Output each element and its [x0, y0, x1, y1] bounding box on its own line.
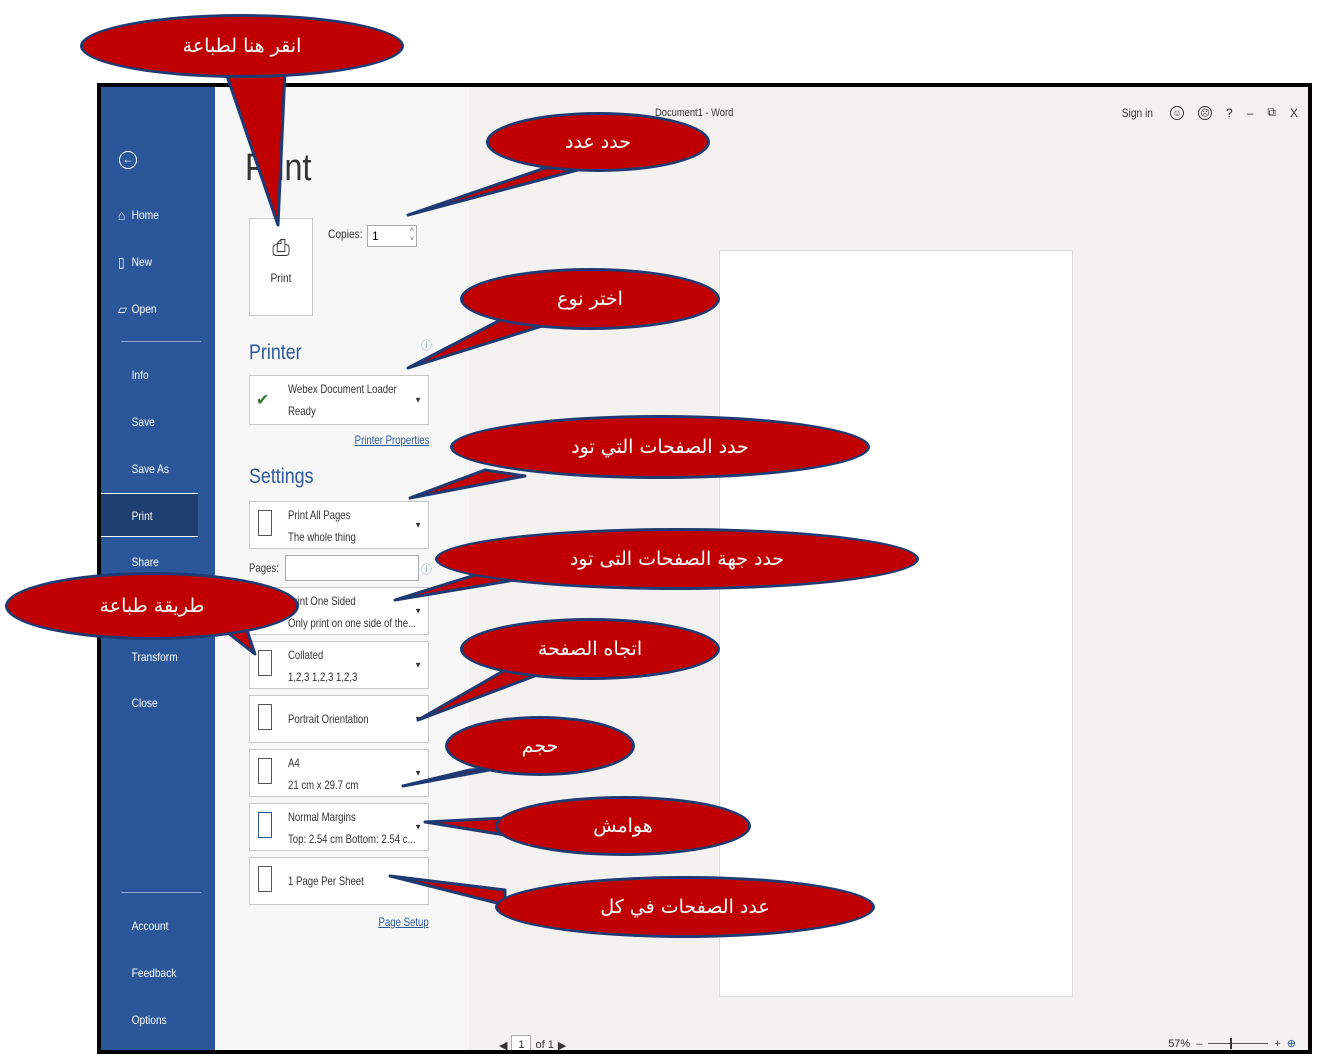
callout-pointer [408, 468, 527, 500]
callout-orientation: اتجاه الصفحة [460, 618, 720, 680]
callout-pointer [388, 874, 507, 907]
callout-margins: هوامش [495, 796, 751, 856]
callout-method: طريقة طباعة [5, 572, 299, 640]
callout-pages-per-sheet: عدد الصفحات في كل [495, 876, 875, 938]
callout-size: حجم [445, 716, 635, 776]
callout-printer: اختر نوع [460, 268, 720, 330]
callout-pointer [406, 166, 587, 217]
callout-pages: حدد الصفحات التي تود [450, 415, 870, 479]
callout-print-here: انقر هنا لطباعة [80, 14, 404, 78]
callout-pointer [223, 68, 287, 227]
callout-sides: حدد جهة الصفحات التى تود [435, 528, 919, 590]
callout-pointer [423, 816, 507, 837]
callout-pointer [416, 668, 547, 722]
callout-copies: حدد عدد [486, 112, 710, 172]
